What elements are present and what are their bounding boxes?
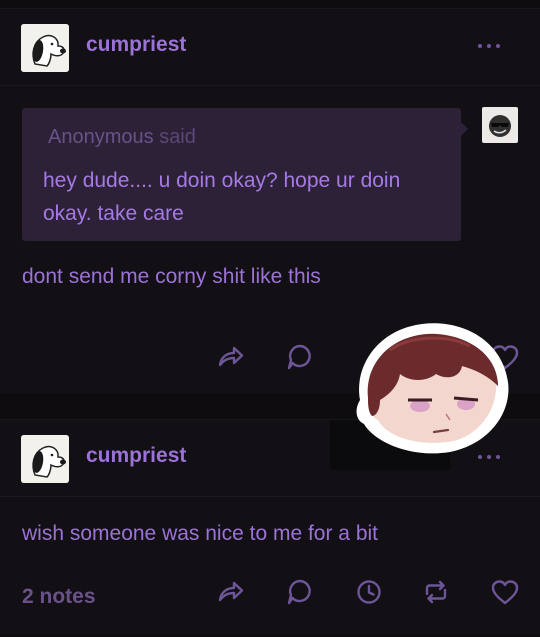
reply-icon[interactable]: [285, 342, 315, 372]
share-icon[interactable]: [215, 342, 245, 372]
user-avatar[interactable]: [21, 435, 69, 483]
post-header: cumpriest: [0, 9, 540, 86]
post-actions: 2 notes: [0, 577, 540, 617]
ask-bubble: Anonymous said hey dude.... u doin okay?…: [22, 108, 468, 241]
heart-icon[interactable]: [490, 577, 520, 607]
snoopy-icon: [21, 435, 69, 483]
user-avatar[interactable]: [21, 24, 69, 72]
asker-name: Anonymous: [48, 126, 154, 148]
reply-icon[interactable]: [285, 577, 315, 607]
clock-icon[interactable]: [354, 577, 384, 607]
post-body-text: wish someone was nice to me for a bit: [22, 522, 378, 545]
ask-text: hey dude.... u doin okay? hope ur doin o…: [43, 169, 401, 225]
username-link[interactable]: cumpriest: [86, 33, 186, 57]
notes-count[interactable]: 2 notes: [22, 585, 96, 609]
share-icon[interactable]: [215, 577, 245, 607]
username-link[interactable]: cumpriest: [86, 444, 186, 468]
anonymous-face-icon: [489, 115, 511, 137]
anime-face-sticker: [356, 323, 509, 454]
reblog-icon[interactable]: [421, 577, 451, 607]
ask-attribution: Anonymous said: [48, 126, 196, 149]
said-label: said: [159, 126, 196, 148]
ellipsis-icon[interactable]: [478, 41, 512, 51]
snoopy-icon: [21, 24, 69, 72]
anonymous-avatar: [482, 107, 518, 143]
post-reply-text: dont send me corny shit like this: [22, 265, 321, 288]
